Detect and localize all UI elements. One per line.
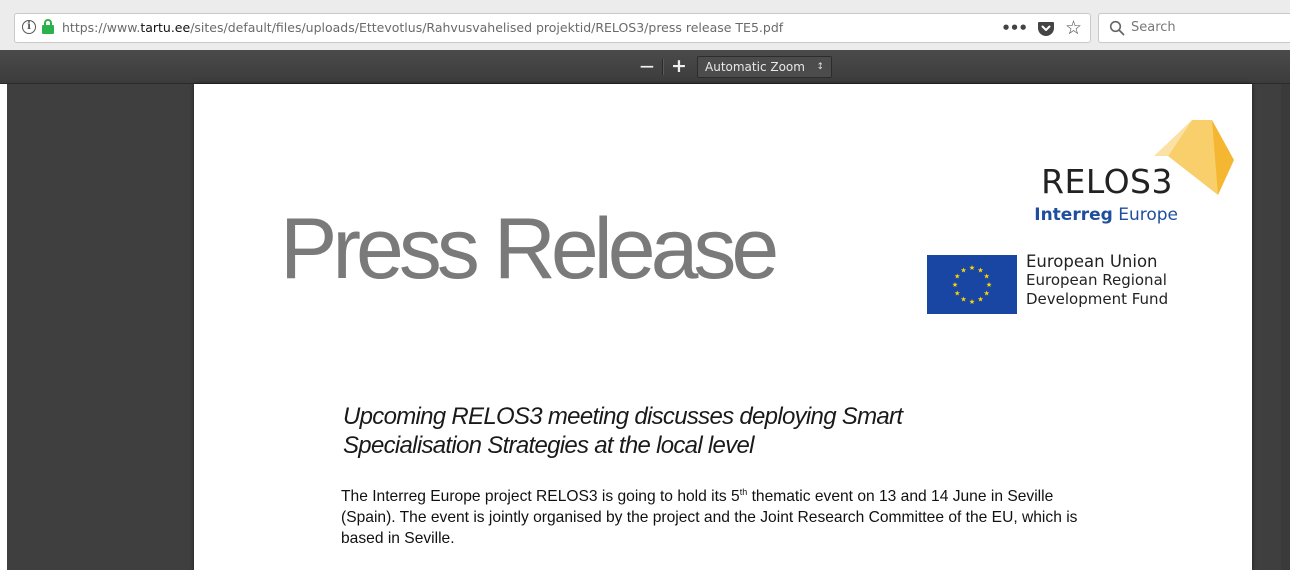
eu-flag-icon: ★ ★★★★★★★★★★★: [927, 255, 1017, 314]
url-text[interactable]: https://www.tartu.ee/sites/default/files…: [62, 20, 783, 35]
bookmark-star-icon[interactable]: ☆: [1065, 18, 1082, 38]
eu-star-icon: ★: [984, 273, 990, 281]
info-icon[interactable]: i: [22, 20, 36, 34]
press-headline: Upcoming RELOS3 meeting discusses deploy…: [343, 403, 903, 459]
address-bar[interactable]: i https://www.tartu.ee/sites/default/fil…: [14, 13, 1091, 43]
browser-navbar: i https://www.tartu.ee/sites/default/fil…: [0, 0, 1290, 50]
search-icon: [1109, 20, 1125, 36]
eu-star-icon: ★: [960, 296, 966, 304]
zoom-select-value: Automatic Zoom: [705, 60, 805, 74]
url-domain: tartu.ee: [140, 20, 191, 35]
chevron-updown-icon: ↕: [816, 62, 824, 72]
pdf-toolbar: − + Automatic Zoom ↕: [0, 50, 1290, 84]
eu-line-3: Development Fund: [1026, 290, 1169, 308]
viewer-scrollbar[interactable]: [1281, 84, 1290, 570]
page-actions-icon[interactable]: •••: [1001, 18, 1028, 38]
pocket-icon[interactable]: [1037, 19, 1055, 37]
interreg-europe-text: Interreg Europe: [1034, 205, 1178, 225]
eu-line-2: European Regional: [1026, 271, 1167, 289]
url-actions: ••• ☆: [1001, 17, 1082, 39]
search-bar[interactable]: Search: [1098, 13, 1290, 43]
viewer-left-edge: [0, 84, 7, 570]
eu-star-icon: ★: [986, 281, 992, 289]
press-body-paragraph: The Interreg Europe project RELOS3 is go…: [341, 486, 1078, 547]
eu-star-icon: ★: [952, 281, 958, 289]
pdf-viewer-container[interactable]: Press Release RELOS3 Interreg Europe ★ ★ ★…: [0, 84, 1290, 570]
zoom-select[interactable]: Automatic Zoom ↕: [697, 56, 832, 78]
relos3-logo: RELOS3 Interreg Europe: [1004, 120, 1234, 230]
eu-funding-text: European Union European Regional Develop…: [1026, 252, 1226, 309]
eu-star-icon: ★: [969, 298, 975, 306]
relos3-name: RELOS3: [1041, 162, 1173, 201]
eu-star-icon: ★: [954, 290, 960, 298]
eu-line-1: European Union: [1026, 252, 1158, 271]
zoom-out-button[interactable]: −: [634, 56, 660, 78]
toolbar-separator: [662, 59, 663, 75]
press-release-title: Press Release: [280, 201, 779, 297]
eu-star-icon: ★: [977, 296, 983, 304]
search-placeholder: Search: [1131, 20, 1176, 35]
eu-star-icon: ★: [969, 264, 975, 272]
zoom-in-button[interactable]: +: [666, 56, 692, 78]
eu-star-icon: ★: [960, 266, 966, 274]
pdf-page: Press Release RELOS3 Interreg Europe ★ ★ ★…: [194, 84, 1252, 570]
lock-icon[interactable]: [41, 19, 55, 35]
eu-star-icon: ★: [984, 290, 990, 298]
